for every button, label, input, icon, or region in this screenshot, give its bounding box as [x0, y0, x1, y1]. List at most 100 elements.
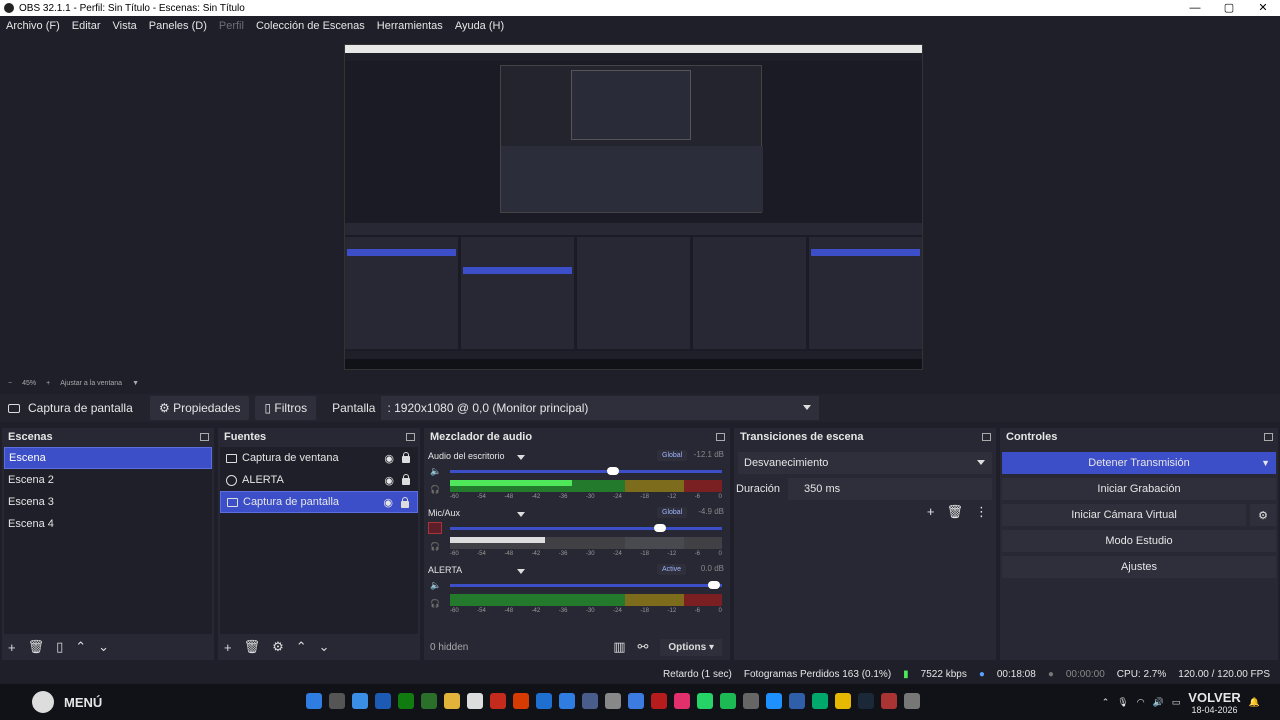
duration-input[interactable]: 350 ms — [788, 478, 992, 500]
app-icon[interactable] — [490, 693, 506, 709]
start-menu[interactable]: MENÚ — [0, 691, 102, 713]
menu-coleccion[interactable]: Colección de Escenas — [256, 20, 365, 32]
eye-icon[interactable]: ◉ — [384, 474, 394, 487]
mic-icon[interactable]: 🎙 — [1117, 697, 1128, 708]
dock-float-icon[interactable] — [1264, 433, 1273, 441]
app-icon[interactable] — [375, 693, 391, 709]
dock-float-icon[interactable] — [982, 433, 991, 441]
stop-stream-button[interactable]: Detener Transmisión ▼ — [1002, 452, 1276, 474]
move-down-icon[interactable]: ⌄ — [319, 639, 330, 655]
link-icon[interactable]: ⚯ — [638, 639, 649, 655]
virtual-cam-button[interactable]: Iniciar Cámara Virtual — [1002, 504, 1246, 526]
notification-icon[interactable]: 🔔 — [1249, 697, 1260, 708]
scene-item[interactable]: Escena 2 — [4, 469, 212, 491]
muted-mic-icon[interactable] — [428, 522, 442, 534]
volume-slider[interactable] — [450, 524, 722, 532]
chevron-up-icon[interactable]: ⌃ — [1102, 697, 1110, 708]
eye-icon[interactable]: ◉ — [383, 496, 393, 509]
zoom-in-button[interactable]: + — [46, 380, 50, 387]
preview-canvas[interactable] — [344, 44, 923, 370]
chevron-down-icon[interactable]: ▼ — [1261, 458, 1270, 468]
speaker-icon[interactable]: 🔈 — [430, 580, 441, 591]
filter-icon[interactable]: ▯ — [56, 639, 63, 655]
app-icon[interactable] — [559, 693, 575, 709]
source-item[interactable]: ALERTA ◉ — [220, 469, 418, 491]
trash-icon[interactable]: 🗑 — [946, 504, 963, 520]
move-up-icon[interactable]: ⌃ — [75, 639, 86, 655]
scene-item[interactable]: Escena 3 — [4, 491, 212, 513]
menu-herramientas[interactable]: Herramientas — [377, 20, 443, 32]
wifi-icon[interactable]: ◠ — [1137, 697, 1145, 708]
app-icon[interactable] — [743, 693, 759, 709]
zoom-out-button[interactable]: − — [8, 380, 12, 387]
app-icon[interactable] — [766, 693, 782, 709]
app-icon[interactable] — [628, 693, 644, 709]
scene-item[interactable]: Escena — [4, 447, 212, 469]
studio-mode-button[interactable]: Modo Estudio — [1002, 530, 1276, 552]
app-icon[interactable] — [536, 693, 552, 709]
minimize-icon[interactable]: — — [1178, 0, 1212, 16]
windows-icon[interactable] — [306, 693, 322, 709]
preview-area[interactable] — [0, 36, 1280, 376]
chevron-down-icon[interactable] — [517, 455, 525, 460]
chevron-down-icon[interactable] — [517, 569, 525, 574]
scene-item[interactable]: Escena 4 — [4, 513, 212, 535]
menu-perfil[interactable]: Perfil — [219, 20, 244, 32]
app-icon[interactable] — [513, 693, 529, 709]
edge-icon[interactable] — [812, 693, 828, 709]
settings-button[interactable]: Ajustes — [1002, 556, 1276, 578]
source-item[interactable]: Captura de ventana ◉ — [220, 447, 418, 469]
close-icon[interactable]: ✕ — [1246, 0, 1280, 16]
instagram-icon[interactable] — [674, 693, 690, 709]
volume-slider[interactable] — [450, 467, 722, 475]
fit-to-window[interactable]: Ajustar a la ventana — [60, 380, 122, 387]
layout-icon[interactable]: ▥ — [613, 639, 625, 655]
properties-button[interactable]: ⚙ Propiedades — [150, 396, 250, 420]
spotify-icon[interactable] — [720, 693, 736, 709]
steam-icon[interactable] — [858, 693, 874, 709]
start-record-button[interactable]: Iniciar Grabación — [1002, 478, 1276, 500]
menu-paneles[interactable]: Paneles (D) — [149, 20, 207, 32]
menu-ayuda[interactable]: Ayuda (H) — [455, 20, 504, 32]
app-icon[interactable] — [789, 693, 805, 709]
chevron-down-icon[interactable] — [517, 512, 525, 517]
app-icon[interactable] — [582, 693, 598, 709]
slider-knob[interactable] — [708, 581, 720, 589]
volume-icon[interactable]: 🔊 — [1153, 697, 1164, 708]
headphones-icon[interactable]: 🎧 — [430, 599, 440, 608]
dock-float-icon[interactable] — [716, 433, 725, 441]
zoom-dropdown-icon[interactable]: ▼ — [132, 380, 139, 387]
add-icon[interactable]: + — [8, 640, 16, 655]
app-icon[interactable] — [835, 693, 851, 709]
dock-float-icon[interactable] — [200, 433, 209, 441]
app-icon[interactable] — [467, 693, 483, 709]
lock-icon[interactable] — [402, 474, 410, 485]
whatsapp-icon[interactable] — [697, 693, 713, 709]
move-up-icon[interactable]: ⌃ — [296, 639, 307, 655]
slider-knob[interactable] — [607, 467, 619, 475]
menu-vista[interactable]: Vista — [113, 20, 137, 32]
more-icon[interactable]: ⋮ — [975, 504, 988, 520]
maximize-icon[interactable]: ▢ — [1212, 0, 1246, 16]
app-icon[interactable] — [904, 693, 920, 709]
transition-select[interactable]: Desvanecimiento — [738, 452, 992, 474]
trash-icon[interactable]: 🗑 — [244, 639, 261, 655]
menu-editar[interactable]: Editar — [72, 20, 101, 32]
display-select[interactable]: : 1920x1080 @ 0,0 (Monitor principal) — [381, 396, 820, 420]
store-icon[interactable] — [352, 693, 368, 709]
source-item[interactable]: Captura de pantalla ◉ — [220, 491, 418, 513]
add-icon[interactable]: + — [224, 640, 232, 655]
folder-icon[interactable] — [444, 693, 460, 709]
dock-float-icon[interactable] — [406, 433, 415, 441]
headphones-icon[interactable]: 🎧 — [430, 542, 440, 551]
obs-icon[interactable] — [605, 693, 621, 709]
app-icon[interactable] — [881, 693, 897, 709]
virtual-cam-settings-button[interactable]: ⚙ — [1250, 504, 1276, 526]
volume-slider[interactable] — [450, 581, 722, 589]
add-icon[interactable]: + — [927, 504, 935, 520]
app-icon[interactable] — [651, 693, 667, 709]
lock-icon[interactable] — [402, 452, 410, 463]
speaker-icon[interactable]: 🔈 — [430, 466, 441, 477]
lock-icon[interactable] — [401, 497, 409, 508]
app-icon[interactable] — [421, 693, 437, 709]
